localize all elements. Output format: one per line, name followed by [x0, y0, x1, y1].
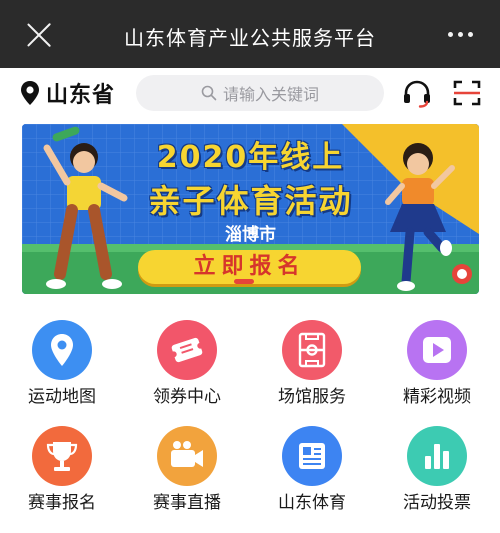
more-icon[interactable] [448, 32, 474, 38]
customer-service-icon[interactable] [401, 78, 433, 110]
search-placeholder: 请输入关键词 [222, 85, 319, 104]
search-icon [201, 85, 217, 101]
court-icon [282, 320, 342, 380]
banner-city: 淄博市 [225, 225, 276, 245]
service-label: 赛事报名 [28, 493, 96, 513]
app-title: 山东体育产业公共服务平台 [124, 26, 376, 50]
service-label: 领券中心 [153, 387, 221, 407]
service-label: 精彩视频 [403, 387, 471, 407]
service-videos[interactable]: 精彩视频 [382, 320, 492, 420]
service-sports-map[interactable]: 运动地图 [7, 320, 117, 420]
promo-banner[interactable]: 2020年线上 亲子体育活动 淄博市 立即报名 [22, 124, 479, 294]
scan-icon[interactable] [452, 78, 482, 108]
banner-title-line1: 2020年线上 [156, 140, 345, 175]
map-pin-icon [32, 320, 92, 380]
service-label: 场馆服务 [278, 387, 346, 407]
location-selector[interactable]: 山东省 [20, 78, 115, 108]
service-label: 活动投票 [403, 493, 471, 513]
search-input[interactable]: 请输入关键词 [136, 75, 384, 111]
close-icon[interactable] [26, 22, 52, 48]
location-label: 山东省 [46, 83, 116, 108]
service-label: 山东体育 [278, 493, 346, 513]
banner-title-line2: 亲子体育活动 [148, 182, 353, 220]
service-event-signup[interactable]: 赛事报名 [7, 426, 117, 526]
service-venue[interactable]: 场馆服务 [257, 320, 367, 420]
newspaper-icon [282, 426, 342, 486]
trophy-icon [32, 426, 92, 486]
app-bar: 山东体育产业公共服务平台 [0, 0, 500, 68]
service-label: 赛事直播 [153, 493, 221, 513]
camera-icon [157, 426, 217, 486]
location-pin-icon [21, 81, 39, 105]
service-voting[interactable]: 活动投票 [382, 426, 492, 526]
service-shandong-sports[interactable]: 山东体育 [257, 426, 367, 526]
service-coupon-center[interactable]: 领券中心 [132, 320, 242, 420]
play-icon [407, 320, 467, 380]
service-label: 运动地图 [28, 387, 96, 407]
service-live-stream[interactable]: 赛事直播 [132, 426, 242, 526]
coupon-icon [157, 320, 217, 380]
bar-chart-icon [407, 426, 467, 486]
carousel-indicator[interactable] [234, 279, 254, 284]
